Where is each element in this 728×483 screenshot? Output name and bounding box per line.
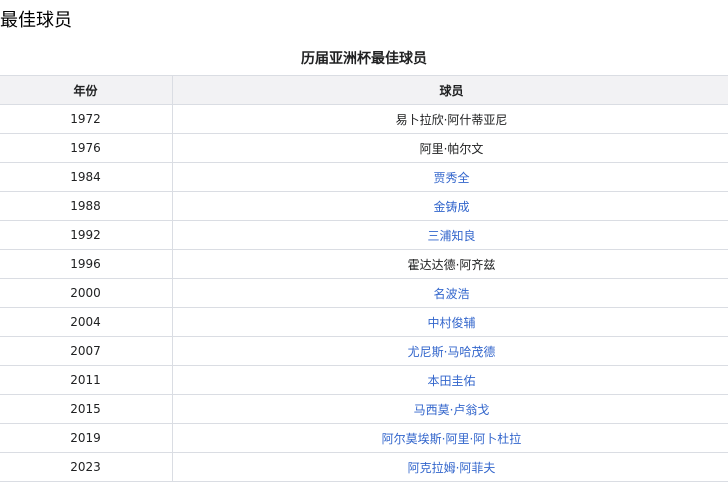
year-cell: 1976 — [0, 133, 173, 163]
table-row: 2015 马西莫·卢翁戈 — [0, 394, 728, 424]
player-link[interactable]: 金铸成 — [433, 200, 469, 214]
year-cell: 2004 — [0, 307, 173, 337]
player-cell: 阿克拉姆·阿菲夫 — [172, 452, 728, 482]
table-row: 1972 易卜拉欣·阿什蒂亚尼 — [0, 104, 728, 134]
year-cell: 1984 — [0, 162, 173, 192]
column-header-player[interactable]: 球员 — [172, 75, 728, 105]
table-row: 2000 名波浩 — [0, 278, 728, 308]
player-link[interactable]: 中村俊辅 — [427, 316, 475, 330]
table-body: 1972 易卜拉欣·阿什蒂亚尼 1976 阿里·帕尔文 1984 贾秀全 1988 金铸成 19… — [0, 104, 728, 482]
player-cell: 名波浩 — [172, 278, 728, 308]
player-name: 阿里·帕尔文 — [419, 141, 484, 156]
year-cell: 2000 — [0, 278, 173, 308]
table-row: 2011 本田圭佑 — [0, 365, 728, 395]
player-cell: 本田圭佑 — [172, 365, 728, 395]
best-player-table: 年份 球员 1972 易卜拉欣·阿什蒂亚尼 1976 阿里·帕尔文 1984 贾秀全 198… — [0, 75, 728, 482]
section-heading: 最佳球员 — [0, 10, 72, 31]
table-row: 1988 金铸成 — [0, 191, 728, 221]
page: 最佳球员 历届亚洲杯最佳球员 年份 球员 1972 易卜拉欣·阿什蒂亚尼 1976 阿… — [0, 0, 728, 483]
year-cell: 1988 — [0, 191, 173, 221]
year-cell: 1972 — [0, 104, 173, 134]
player-cell: 金铸成 — [172, 191, 728, 221]
player-link[interactable]: 阿尔莫埃斯·阿里·阿卜杜拉 — [382, 432, 522, 446]
year-cell: 1996 — [0, 249, 173, 279]
player-link[interactable]: 名波浩 — [433, 287, 469, 301]
year-cell: 2015 — [0, 394, 173, 424]
table-caption: 历届亚洲杯最佳球员 — [301, 51, 427, 67]
year-cell: 2023 — [0, 452, 173, 482]
table-row: 2019 阿尔莫埃斯·阿里·阿卜杜拉 — [0, 423, 728, 453]
player-cell: 贾秀全 — [172, 162, 728, 192]
table-row: 2004 中村俊辅 — [0, 307, 728, 337]
table-header-row: 年份 球员 — [0, 75, 728, 105]
player-link[interactable]: 尤尼斯·马哈茂德 — [408, 345, 496, 359]
column-header-year[interactable]: 年份 — [0, 75, 173, 105]
player-link[interactable]: 贾秀全 — [433, 171, 469, 185]
year-cell: 2019 — [0, 423, 173, 453]
player-link[interactable]: 三浦知良 — [427, 229, 475, 243]
player-link[interactable]: 马西莫·卢翁戈 — [414, 403, 490, 417]
year-cell: 1992 — [0, 220, 173, 250]
player-cell: 阿里·帕尔文 — [172, 133, 728, 163]
player-cell: 中村俊辅 — [172, 307, 728, 337]
table-row: 1996 霍达达德·阿齐兹 — [0, 249, 728, 279]
player-cell: 三浦知良 — [172, 220, 728, 250]
player-name: 霍达达德·阿齐兹 — [407, 257, 496, 272]
table-row: 1984 贾秀全 — [0, 162, 728, 192]
player-cell: 易卜拉欣·阿什蒂亚尼 — [172, 104, 728, 134]
player-cell: 尤尼斯·马哈茂德 — [172, 336, 728, 366]
year-cell: 2007 — [0, 336, 173, 366]
player-name: 易卜拉欣·阿什蒂亚尼 — [395, 112, 508, 127]
year-cell: 2011 — [0, 365, 173, 395]
table-row: 1992 三浦知良 — [0, 220, 728, 250]
player-cell: 霍达达德·阿齐兹 — [172, 249, 728, 279]
table-row: 2023 阿克拉姆·阿菲夫 — [0, 452, 728, 482]
table-row: 1976 阿里·帕尔文 — [0, 133, 728, 163]
player-cell: 阿尔莫埃斯·阿里·阿卜杜拉 — [172, 423, 728, 453]
table-row: 2007 尤尼斯·马哈茂德 — [0, 336, 728, 366]
player-cell: 马西莫·卢翁戈 — [172, 394, 728, 424]
player-link[interactable]: 本田圭佑 — [427, 374, 475, 388]
player-link[interactable]: 阿克拉姆·阿菲夫 — [408, 461, 496, 475]
